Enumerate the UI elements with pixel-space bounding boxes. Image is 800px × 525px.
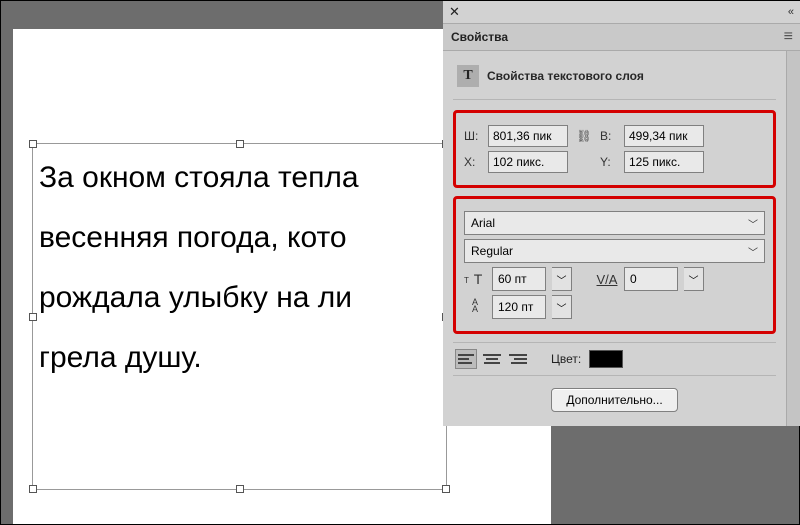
font-style-value: Regular [471,244,513,258]
collapse-icon[interactable]: « [788,6,794,18]
font-size-icon: T T [464,271,486,287]
height-label: В: [600,129,618,143]
width-label: Ш: [464,129,482,143]
properties-panel: ✕ « Свойства ≡ T Свойства текстового сло… [443,1,800,426]
panel-menu-icon[interactable]: ≡ [784,28,792,46]
leading-input[interactable]: 120 пт [492,295,546,319]
advanced-button[interactable]: Дополнительно... [551,388,677,412]
character-section: Arial ﹀ Regular ﹀ T T 60 пт ﹀ V/A 0 [453,196,776,334]
align-center-button[interactable] [481,349,503,369]
y-label: Y: [600,155,618,169]
panel-tab-bar: Свойства ≡ [443,23,800,51]
tracking-icon: V/A [596,272,618,287]
resize-handle-bottom-middle[interactable] [236,485,244,493]
resize-handle-top-middle[interactable] [236,140,244,148]
font-size-dropdown[interactable]: ﹀ [552,267,572,291]
tracking-dropdown[interactable]: ﹀ [684,267,704,291]
x-label: X: [464,155,482,169]
resize-handle-middle-left[interactable] [29,313,37,321]
chevron-down-icon: ﹀ [748,216,758,231]
resize-handle-top-left[interactable] [29,140,37,148]
panel-scrollbar[interactable] [786,51,800,426]
x-input[interactable]: 102 пикс. [488,151,568,173]
paragraph-section: Цвет: [453,342,776,376]
color-label: Цвет: [551,352,581,366]
tracking-input[interactable]: 0 [624,267,678,291]
leading-dropdown[interactable]: ﹀ [552,295,572,319]
layer-title: Свойства текстового слоя [487,69,644,83]
leading-icon: AA [464,299,486,315]
width-input[interactable]: 801,36 пик [488,125,568,147]
link-icon[interactable]: ⛓ [574,129,594,143]
font-style-select[interactable]: Regular ﹀ [464,239,765,263]
tab-properties[interactable]: Свойства [451,30,508,44]
font-family-select[interactable]: Arial ﹀ [464,211,765,235]
y-input[interactable]: 125 пикс. [624,151,704,173]
text-layer-icon: T [457,65,479,87]
close-icon[interactable]: ✕ [449,4,460,20]
panel-body: T Свойства текстового слоя Ш: 801,36 пик… [443,51,786,426]
font-size-input[interactable]: 60 пт [492,267,546,291]
panel-titlebar: ✕ « [443,1,800,23]
align-left-button[interactable] [455,349,477,369]
height-input[interactable]: 499,34 пик [624,125,704,147]
layer-type-header: T Свойства текстового слоя [453,61,776,100]
transform-section: Ш: 801,36 пик ⛓ В: 499,34 пик X: 102 пик… [453,110,776,188]
text-color-swatch[interactable] [589,350,623,368]
align-right-button[interactable] [507,349,529,369]
chevron-down-icon: ﹀ [748,244,758,259]
text-frame[interactable]: За окном стояла тепла весенняя погода, к… [33,144,446,489]
resize-handle-bottom-right[interactable] [442,485,450,493]
font-family-value: Arial [471,216,495,230]
text-content[interactable]: За окном стояла тепла весенняя погода, к… [33,144,446,392]
resize-handle-bottom-left[interactable] [29,485,37,493]
